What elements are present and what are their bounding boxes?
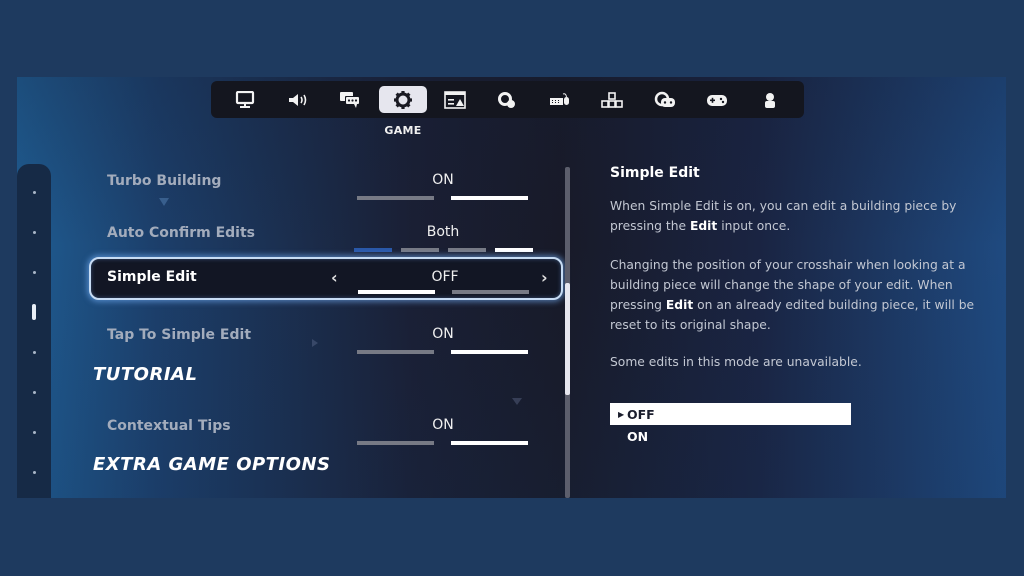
tab-controller-options[interactable]	[641, 86, 689, 113]
option-off[interactable]: ▶ OFF	[610, 403, 851, 425]
tab-account[interactable]	[746, 86, 794, 113]
rail-item[interactable]	[33, 271, 36, 274]
description-paragraph: Changing the position of your crosshair …	[610, 255, 995, 335]
tab-controller[interactable]	[693, 86, 741, 113]
option-indicator-selected	[451, 350, 528, 354]
option-indicator	[357, 441, 434, 445]
tab-game[interactable]	[378, 86, 427, 113]
setting-label: Auto Confirm Edits	[107, 225, 255, 241]
setting-auto-confirm-edits[interactable]: Auto Confirm Edits Both	[89, 214, 563, 260]
rail-item[interactable]	[33, 471, 36, 474]
scrollbar-thumb[interactable]	[565, 282, 570, 396]
section-title-tutorial: TUTORIAL	[93, 364, 198, 385]
active-tab-caption: GAME	[384, 124, 422, 137]
setting-value: ON	[432, 417, 454, 433]
controller-icon	[707, 94, 728, 106]
gear-icon	[393, 90, 412, 109]
rail-item-active[interactable]	[32, 304, 36, 320]
tab-touch[interactable]	[483, 86, 531, 113]
setting-label: Simple Edit	[107, 269, 197, 285]
description-keyword: Edit	[665, 298, 694, 312]
tab-audio[interactable]	[274, 86, 322, 113]
setting-value: OFF	[431, 269, 459, 285]
settings-screen: GAME Turbo Building ON Auto Confirm Edit…	[17, 77, 1006, 498]
rail-item[interactable]	[33, 391, 36, 394]
section-title-extra-game-options: EXTRA GAME OPTIONS	[93, 454, 331, 475]
description-keyword: Edit	[689, 219, 718, 233]
option-list: ▶ OFF ON	[610, 403, 851, 447]
description-paragraph: When Simple Edit is on, you can edit a b…	[610, 196, 995, 236]
next-option-arrow[interactable]: ›	[541, 268, 548, 287]
decorative-triangle	[159, 198, 169, 206]
key-grid-icon	[601, 91, 624, 108]
option-indicator	[401, 248, 439, 252]
gear-touch-icon	[498, 91, 516, 108]
settings-tab-bar	[211, 81, 804, 118]
option-indicator	[357, 196, 434, 200]
option-indicator	[452, 290, 529, 294]
description-note: Some edits in this mode are unavailable.	[610, 355, 862, 369]
setting-label: Turbo Building	[107, 173, 222, 189]
rail-item[interactable]	[33, 191, 36, 194]
selected-caret-icon: ▶	[618, 409, 625, 419]
option-indicator-selected	[358, 290, 435, 294]
option-indicator	[448, 248, 486, 252]
rail-item[interactable]	[33, 431, 36, 434]
option-label: ON	[627, 428, 649, 444]
setting-label: Contextual Tips	[107, 418, 231, 434]
monitor-icon	[236, 90, 255, 108]
tab-accessibility[interactable]	[326, 86, 374, 113]
option-indicator-selected	[451, 196, 528, 200]
previous-option-arrow[interactable]: ‹	[331, 268, 338, 287]
speaker-icon	[288, 93, 306, 106]
option-on[interactable]: ON	[610, 425, 851, 447]
person-icon	[764, 92, 775, 108]
tab-hud[interactable]	[431, 86, 479, 113]
option-indicator-selected	[495, 248, 533, 252]
decorative-triangle	[512, 398, 522, 405]
setting-value: Both	[426, 224, 460, 240]
option-indicator	[354, 248, 392, 252]
hud-window-icon	[444, 90, 466, 109]
setting-tap-to-simple-edit[interactable]: Tap To Simple Edit ON	[89, 316, 563, 362]
section-navigation-rail[interactable]	[17, 164, 51, 498]
tab-keybinds[interactable]	[588, 86, 636, 113]
rail-item[interactable]	[33, 231, 36, 234]
rail-item[interactable]	[33, 351, 36, 354]
setting-contextual-tips[interactable]: Contextual Tips ON	[89, 407, 563, 453]
decorative-triangle	[312, 339, 318, 347]
description-title: Simple Edit	[610, 165, 700, 181]
tab-display[interactable]	[221, 86, 269, 113]
option-indicator-selected	[451, 441, 528, 445]
setting-value: ON	[432, 172, 454, 188]
gear-controller-icon	[654, 91, 675, 107]
description-text: input once.	[717, 219, 791, 233]
setting-value: ON	[432, 326, 454, 342]
setting-simple-edit[interactable]: Simple Edit ‹ OFF ›	[89, 257, 563, 300]
keyboard-mouse-icon	[549, 92, 569, 105]
option-indicator	[357, 350, 434, 354]
tab-keyboard-mouse[interactable]	[536, 86, 584, 113]
chat-bubbles-icon	[340, 91, 361, 108]
option-label: OFF	[627, 406, 655, 422]
setting-label: Tap To Simple Edit	[107, 327, 252, 343]
